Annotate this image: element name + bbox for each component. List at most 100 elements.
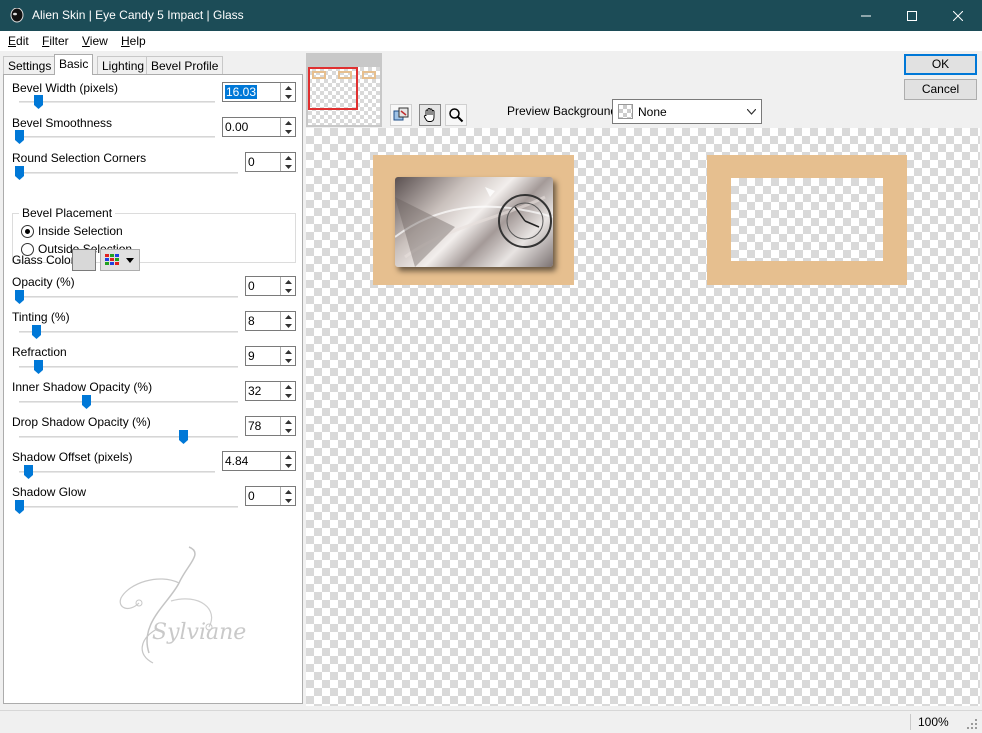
opacity-value[interactable]: 0 xyxy=(248,279,255,293)
menu-view[interactable]: View xyxy=(82,34,108,48)
preview-background-select[interactable]: None xyxy=(612,99,762,124)
tab-bevel-profile[interactable]: Bevel Profile xyxy=(146,56,224,74)
dropdown-arrow-icon xyxy=(126,258,134,263)
spin-up-icon[interactable] xyxy=(281,153,295,162)
spin-up-icon[interactable] xyxy=(281,347,295,356)
refraction-slider-thumb[interactable] xyxy=(33,360,43,374)
bevel-width-value[interactable]: 16.03 xyxy=(225,85,258,99)
watermark-signature: Sylviane xyxy=(152,620,247,645)
spin-down-icon[interactable] xyxy=(281,461,295,470)
bevel-width-label: Bevel Width (pixels) xyxy=(12,81,119,95)
hand-tool-button[interactable] xyxy=(419,104,441,126)
bevel-smoothness-slider[interactable] xyxy=(19,136,215,138)
glass-color-swatch[interactable] xyxy=(72,249,96,271)
round-corners-slider[interactable] xyxy=(19,172,238,174)
maximize-button[interactable] xyxy=(889,0,935,31)
bevel-width-slider[interactable] xyxy=(19,101,215,103)
inner-shadow-opacity-label: Inner Shadow Opacity (%) xyxy=(12,380,153,394)
spin-up-icon[interactable] xyxy=(281,487,295,496)
color-picker-button[interactable] xyxy=(100,249,140,271)
refraction-slider[interactable] xyxy=(19,366,238,368)
bevel-width-spinbox[interactable]: 16.03 xyxy=(222,82,296,102)
spin-down-icon[interactable] xyxy=(281,391,295,400)
opacity-slider-thumb[interactable] xyxy=(15,290,24,304)
tinting-slider-thumb[interactable] xyxy=(31,325,41,339)
round-corners-spinbox[interactable]: 0 xyxy=(245,152,296,172)
shadow-glow-spinbox[interactable]: 0 xyxy=(245,486,296,506)
spin-down-icon[interactable] xyxy=(281,356,295,365)
round-corners-value[interactable]: 0 xyxy=(248,155,255,169)
refraction-value[interactable]: 9 xyxy=(248,349,255,363)
tinting-slider[interactable] xyxy=(19,331,238,333)
inside-selection-label[interactable]: Inside Selection xyxy=(38,224,123,238)
hand-icon xyxy=(423,108,435,122)
menu-filter[interactable]: Filter xyxy=(42,34,69,48)
spin-up-icon[interactable] xyxy=(281,417,295,426)
spin-down-icon[interactable] xyxy=(281,321,295,330)
cancel-button[interactable]: Cancel xyxy=(904,79,977,100)
shadow-glow-slider[interactable] xyxy=(19,506,238,508)
inner-shadow-opacity-spinbox[interactable]: 32 xyxy=(245,381,296,401)
status-bar: 100% xyxy=(0,710,982,733)
shadow-offset-value[interactable]: 4.84 xyxy=(225,454,248,468)
minimize-button[interactable] xyxy=(843,0,889,31)
tab-settings[interactable]: Settings xyxy=(3,56,57,74)
close-button[interactable] xyxy=(935,0,981,31)
drop-shadow-opacity-value[interactable]: 78 xyxy=(248,419,261,433)
menu-bar: Edit Filter View Help xyxy=(0,31,982,51)
menu-edit[interactable]: Edit xyxy=(8,34,29,48)
spin-down-icon[interactable] xyxy=(281,127,295,136)
tinting-value[interactable]: 8 xyxy=(248,314,255,328)
spin-up-icon[interactable] xyxy=(281,382,295,391)
tab-basic[interactable]: Basic xyxy=(54,54,94,75)
opacity-label: Opacity (%) xyxy=(12,275,75,289)
menu-help[interactable]: Help xyxy=(121,34,146,48)
shadow-glow-slider-thumb[interactable] xyxy=(15,500,24,514)
spin-up-icon[interactable] xyxy=(281,83,295,92)
shadow-offset-slider[interactable] xyxy=(19,471,215,473)
spin-down-icon[interactable] xyxy=(281,496,295,505)
zoom-tool-button[interactable] xyxy=(445,104,467,126)
bevel-placement-title: Bevel Placement xyxy=(19,206,116,220)
round-corners-slider-thumb[interactable] xyxy=(15,166,24,180)
spin-down-icon[interactable] xyxy=(281,426,295,435)
shadow-offset-spinbox[interactable]: 4.84 xyxy=(222,451,296,471)
spin-up-icon[interactable] xyxy=(281,312,295,321)
bevel-smoothness-value[interactable]: 0.00 xyxy=(225,120,248,134)
preview-frame-with-image xyxy=(373,155,574,285)
spin-down-icon[interactable] xyxy=(281,92,295,101)
opacity-slider[interactable] xyxy=(19,296,238,298)
spin-down-icon[interactable] xyxy=(281,162,295,171)
inside-selection-radio[interactable] xyxy=(21,225,34,238)
inner-shadow-opacity-slider[interactable] xyxy=(19,401,238,403)
refraction-spinbox[interactable]: 9 xyxy=(245,346,296,366)
tinting-spinbox[interactable]: 8 xyxy=(245,311,296,331)
viewport-indicator[interactable] xyxy=(308,67,358,110)
bevel-smoothness-slider-thumb[interactable] xyxy=(15,130,24,144)
alien-skin-app-icon xyxy=(10,8,24,23)
shadow-glow-value[interactable]: 0 xyxy=(248,489,255,503)
glass-effect-image xyxy=(395,177,553,267)
bevel-smoothness-spinbox[interactable]: 0.00 xyxy=(222,117,296,137)
inner-shadow-opacity-value[interactable]: 32 xyxy=(248,384,261,398)
drop-shadow-opacity-slider[interactable] xyxy=(19,436,238,438)
tab-strip: Settings Basic Lighting Bevel Profile xyxy=(3,54,303,75)
spin-up-icon[interactable] xyxy=(281,277,295,286)
opacity-spinbox[interactable]: 0 xyxy=(245,276,296,296)
bevel-width-slider-thumb[interactable] xyxy=(33,95,43,109)
chevron-down-icon xyxy=(747,109,756,115)
resize-grip-icon[interactable] xyxy=(966,718,978,730)
drop-shadow-opacity-spinbox[interactable]: 78 xyxy=(245,416,296,436)
inner-shadow-opacity-slider-thumb[interactable] xyxy=(82,395,92,409)
navigator-thumbnail[interactable] xyxy=(306,53,382,127)
preview-canvas[interactable] xyxy=(306,128,980,706)
toggle-preview-button[interactable] xyxy=(390,104,412,126)
spin-down-icon[interactable] xyxy=(281,286,295,295)
ok-button[interactable]: OK xyxy=(904,54,977,75)
preview-background-value: None xyxy=(638,105,667,119)
spin-up-icon[interactable] xyxy=(281,118,295,127)
shadow-offset-slider-thumb[interactable] xyxy=(24,465,34,479)
drop-shadow-opacity-slider-thumb[interactable] xyxy=(178,430,188,444)
spin-up-icon[interactable] xyxy=(281,452,295,461)
tab-lighting[interactable]: Lighting xyxy=(97,56,150,74)
